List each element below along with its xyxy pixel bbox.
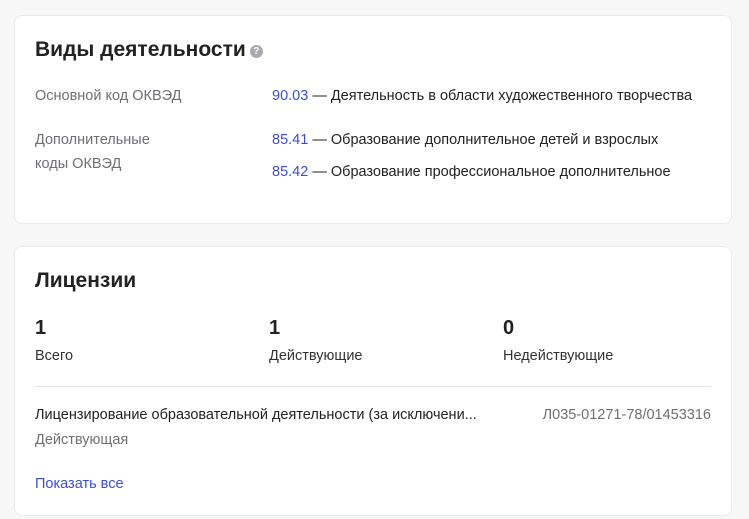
activities-title-text: Виды деятельности [35,38,246,61]
question-mark-icon[interactable]: ? [249,45,263,58]
stat-label: Действующие [269,348,363,364]
licenses-title: Лицензии [35,269,137,292]
additional-okved-item: 85.41 — Образование дополнительное детей… [272,132,658,148]
stat-value: 1 [35,317,47,339]
okved-description: — Деятельность в области художественного… [308,88,693,104]
main-okved-label: Основной код ОКВЭД [35,88,182,104]
license-number: Л035-01271-78/01453316 [542,407,711,423]
stat-total: 1 Всего [35,317,235,364]
additional-okved-label-line2: коды ОКВЭД [35,156,122,172]
okved-code-link[interactable]: 85.41 [272,132,308,148]
okved-code-link[interactable]: 90.03 [272,88,308,104]
okved-code-link[interactable]: 85.42 [272,164,308,180]
stat-active: 1 Действующие [269,317,469,364]
additional-okved-label: Дополнительные коды ОКВЭД [35,128,150,176]
additional-okved-item: 85.42 — Образование профессиональное доп… [272,164,671,180]
activities-card: Виды деятельности? Основной код ОКВЭД 90… [14,15,732,224]
okved-description: — Образование профессиональное дополните… [308,164,671,180]
stat-label: Всего [35,348,74,364]
main-okved-item: 90.03 — Деятельность в области художеств… [272,88,692,104]
stat-value: 0 [503,317,515,339]
license-name[interactable]: Лицензирование образовательной деятельно… [35,407,477,423]
additional-okved-label-line1: Дополнительные [35,132,150,148]
divider [35,386,711,387]
stat-value: 1 [269,317,281,339]
stat-label: Недействующие [503,348,614,364]
okved-description: — Образование дополнительное детей и взр… [308,132,659,148]
activities-title: Виды деятельности? [35,38,263,62]
show-all-link[interactable]: Показать все [35,476,124,492]
license-status: Действующая [35,432,129,448]
licenses-card: Лицензии 1 Всего 1 Действующие 0 Недейст… [14,246,732,516]
stat-inactive: 0 Недействующие [503,317,703,364]
